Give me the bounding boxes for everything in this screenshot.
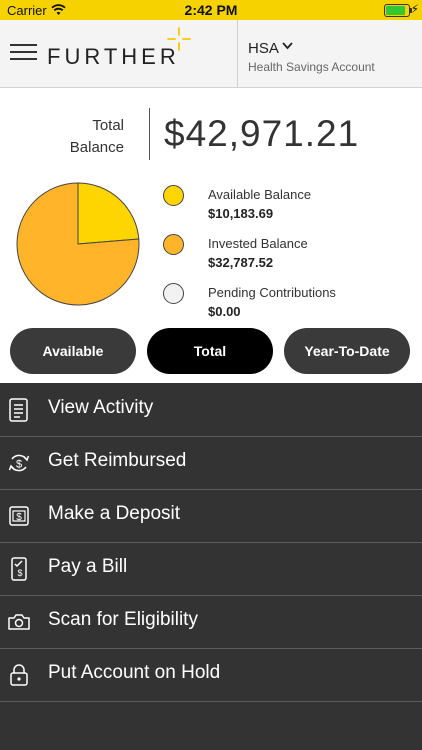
menu-item-label[interactable]: Scan for Eligibility [48,609,198,631]
legend-value: $32,787.52 [208,255,274,270]
menu-item-account-hold[interactable]: Put Account on Hold [0,648,422,702]
legend-item-pending: Pending Contributions $0.00 [163,279,403,323]
logo-spark-icon [167,27,191,51]
pending-swatch [163,283,184,304]
menu-item-label[interactable]: Pay a Bill [48,556,127,578]
svg-text:$: $ [16,512,22,523]
menu-item-label[interactable]: View Activity [48,397,153,419]
account-subtitle: Health Savings Account [248,60,375,74]
camera-icon [8,614,30,630]
available-swatch [163,185,184,206]
legend-item-invested: Invested Balance $32,787.52 [163,230,403,274]
legend-item-available: Available Balance $10,183.69 [163,181,403,225]
tab-year-to-date[interactable]: Year-To-Date [284,328,410,374]
charging-icon: ⚡ [410,2,419,16]
check-deposit-icon: $ [9,506,29,526]
action-menu: View Activity $ Get Reimbursed $ Make a … [0,383,422,750]
document-list-icon [9,398,28,422]
menu-item-get-reimbursed[interactable]: $ Get Reimbursed [0,436,422,490]
menu-item-label[interactable]: Get Reimbursed [48,450,186,472]
header-divider [237,20,238,87]
menu-item-label[interactable]: Put Account on Hold [48,662,220,684]
clock: 2:42 PM [184,2,238,18]
battery-icon [384,4,412,17]
menu-item-make-deposit[interactable]: $ Make a Deposit [0,489,422,543]
legend-value: $10,183.69 [208,206,274,221]
account-name[interactable]: HSA [248,40,279,57]
total-balance-label: Total Balance [69,117,124,156]
pie-slice-available-balance [77,182,140,245]
brand-logo: FURTHER [47,44,180,69]
status-bar: Carrier 2:42 PM ⚡ [0,0,422,20]
svg-text:$: $ [17,568,22,578]
balance-pie-chart [16,182,140,306]
tab-total[interactable]: Total [147,328,273,374]
invested-swatch [163,234,184,255]
menu-item-label[interactable]: Make a Deposit [48,503,180,525]
menu-item-scan-eligibility[interactable]: Scan for Eligibility [0,595,422,649]
legend-label: Pending Contributions [208,285,336,300]
balance-divider [149,108,150,160]
phone-bill-icon: $ [11,557,27,581]
app-header: FURTHER HSA Health Savings Account [0,20,422,88]
chevron-down-icon[interactable] [282,42,293,50]
menu-item-view-activity[interactable]: View Activity [0,383,422,437]
legend-label: Available Balance [208,187,312,202]
dollar-cycle-icon: $ [8,454,30,472]
svg-text:$: $ [16,459,22,471]
legend-value: $0.00 [208,304,241,319]
menu-item-pay-bill[interactable]: $ Pay a Bill [0,542,422,596]
total-balance-amount: $42,971.21 [164,113,360,154]
legend-label: Invested Balance [208,236,308,251]
menu-icon[interactable] [10,44,37,62]
lock-icon [10,664,28,686]
tab-available[interactable]: Available [10,328,136,374]
